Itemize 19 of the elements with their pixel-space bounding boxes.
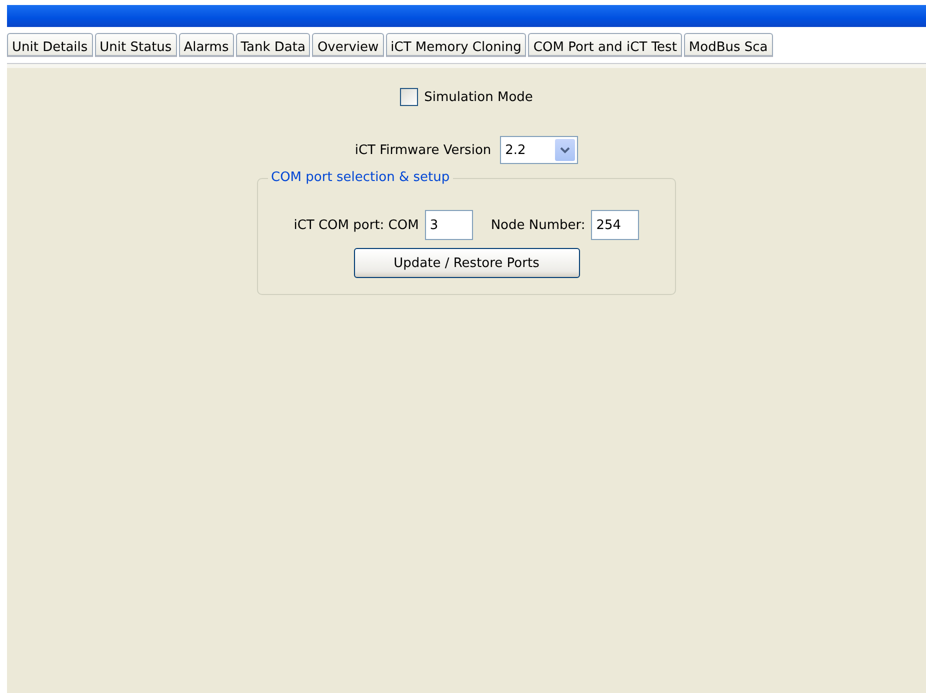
node-number-field[interactable]: 254 — [591, 210, 640, 240]
tab[interactable]: Overview — [312, 33, 384, 57]
checkbox[interactable] — [400, 88, 418, 106]
tab[interactable]: Unit Details — [7, 33, 93, 57]
tab[interactable]: iCT Memory Cloning — [386, 33, 526, 57]
checkbox-label: Simulation Mode — [424, 90, 533, 104]
update-ports-button[interactable]: Update / Restore Ports — [354, 248, 580, 278]
firmware-dropdown[interactable]: 2.2 — [500, 136, 578, 164]
com-port-field[interactable]: 3 — [424, 210, 473, 240]
com-port-label: iCT COM port: COM — [294, 218, 419, 232]
node-number-label: Node Number: — [490, 218, 586, 232]
group-title: COM port selection & setup — [268, 170, 453, 185]
tab[interactable]: Unit Status — [94, 33, 177, 57]
tab[interactable]: ModBus Sca — [684, 33, 773, 57]
tab[interactable]: COM Port and iCT Test — [528, 33, 682, 57]
firmware-label: iCT Firmware Version — [354, 142, 492, 158]
tab[interactable]: Alarms — [178, 33, 234, 57]
chevron-down-icon — [560, 146, 570, 154]
tab[interactable]: Tank Data — [236, 33, 310, 57]
